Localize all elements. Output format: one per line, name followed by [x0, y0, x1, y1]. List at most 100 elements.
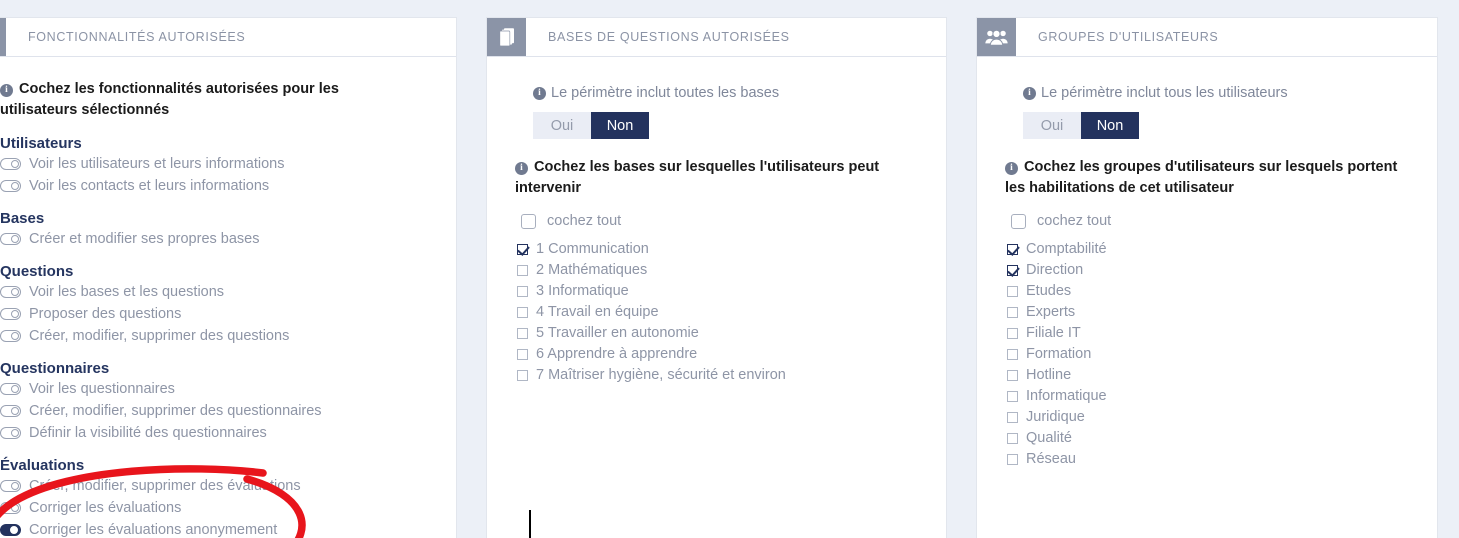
check-all-bases[interactable]: cochez tout [515, 213, 926, 229]
checkbox-row[interactable]: Informatique [1005, 386, 1417, 407]
checkbox-row[interactable]: 2 Mathématiques [515, 260, 926, 281]
toggle-knob [11, 429, 19, 437]
toggle-switch-off[interactable] [0, 308, 21, 320]
toggle-knob [11, 385, 19, 393]
permission-label: Voir les utilisateurs et leurs informati… [29, 156, 285, 172]
panel-body: i Le périmètre inclut toutes les bases O… [487, 57, 946, 538]
checkbox-row[interactable]: Filiale IT [1005, 323, 1417, 344]
toggle-knob [11, 482, 19, 490]
toggle-switch-off[interactable] [0, 233, 21, 245]
permission-toggle-row[interactable]: Corriger les évaluations [0, 497, 436, 519]
permission-toggle-row[interactable]: Créer, modifier, supprimer des questions [0, 325, 436, 347]
toggle-switch-off[interactable] [0, 405, 21, 417]
toggle-knob [11, 160, 19, 168]
toggle-switch-off[interactable] [0, 502, 21, 514]
checkbox-unchecked[interactable] [1007, 349, 1018, 360]
checkbox-row[interactable]: 3 Informatique [515, 281, 926, 302]
checkbox-row[interactable]: Experts [1005, 302, 1417, 323]
scope-toggle-group[interactable]: Oui Non [533, 112, 926, 139]
toggle-switch-off[interactable] [0, 383, 21, 395]
checkbox-checked[interactable] [1007, 244, 1018, 255]
panel-title: FONCTIONNALITÉS AUTORISÉES [28, 30, 246, 44]
checkbox-label: Experts [1026, 304, 1076, 320]
permission-toggle-row[interactable]: Créer et modifier ses propres bases [0, 228, 436, 250]
checkbox-all[interactable] [521, 213, 536, 229]
panel-body: i Cochez les fonctionnalités autorisées p… [0, 57, 456, 538]
bases-intro: i Cochez les bases sur lesquelles l'utili… [515, 159, 880, 196]
checkbox-label: Réseau [1026, 451, 1076, 467]
check-all-groups[interactable]: cochez tout [1005, 213, 1417, 229]
toggle-switch-off[interactable] [0, 286, 21, 298]
permission-toggle-row[interactable]: Voir les utilisateurs et leurs informati… [0, 153, 436, 175]
toggle-switch-on[interactable] [0, 524, 21, 536]
checkbox-unchecked[interactable] [517, 370, 528, 381]
checkbox-row[interactable]: Etudes [1005, 281, 1417, 302]
toggle-knob [11, 407, 19, 415]
checkbox-unchecked[interactable] [1007, 286, 1018, 297]
checkbox-unchecked[interactable] [1007, 370, 1018, 381]
features-intro: i Cochez les fonctionnalités autorisées p… [0, 81, 339, 118]
checkbox-unchecked[interactable] [1007, 454, 1018, 465]
checkbox-unchecked[interactable] [517, 328, 528, 339]
checkbox-unchecked[interactable] [1007, 307, 1018, 318]
scope-option-oui[interactable]: Oui [1023, 112, 1081, 139]
checkbox-row[interactable]: 5 Travailler en autonomie [515, 323, 926, 344]
permission-toggle-row[interactable]: Voir les bases et les questions [0, 281, 436, 303]
toggle-knob [11, 310, 19, 318]
checkbox-unchecked[interactable] [517, 307, 528, 318]
checkbox-label: 1 Communication [536, 241, 649, 257]
permission-label: Corriger les évaluations [29, 500, 182, 516]
toggle-switch-off[interactable] [0, 180, 21, 192]
scope-option-oui[interactable]: Oui [533, 112, 591, 139]
permission-toggle-row[interactable]: Créer, modifier, supprimer des questionn… [0, 400, 436, 422]
checkbox-all[interactable] [1011, 213, 1026, 229]
checkbox-unchecked[interactable] [1007, 433, 1018, 444]
panel-title: GROUPES D'UTILISATEURS [1038, 30, 1219, 44]
permission-toggle-row[interactable]: Créer, modifier, supprimer des évaluatio… [0, 475, 436, 497]
checkbox-row[interactable]: Direction [1005, 260, 1417, 281]
checkbox-unchecked[interactable] [1007, 412, 1018, 423]
section-title: Évaluations [0, 457, 85, 474]
permission-label: Voir les questionnaires [29, 381, 175, 397]
checkbox-row[interactable]: Qualité [1005, 428, 1417, 449]
permission-toggle-row[interactable]: Définir la visibilité des questionnaires [0, 422, 436, 444]
scope-label-row: i Le périmètre inclut toutes les bases [515, 83, 926, 104]
checkbox-unchecked[interactable] [517, 265, 528, 276]
checkbox-row[interactable]: 1 Communication [515, 239, 926, 260]
checkbox-row[interactable]: Juridique [1005, 407, 1417, 428]
scope-toggle-group[interactable]: Oui Non [1023, 112, 1417, 139]
checkbox-unchecked[interactable] [517, 286, 528, 297]
checkbox-row[interactable]: 6 Apprendre à apprendre [515, 344, 926, 365]
toggle-switch-off[interactable] [0, 330, 21, 342]
checkbox-label: Hotline [1026, 367, 1072, 383]
permission-toggle-row[interactable]: Voir les contacts et leurs informations [0, 175, 436, 197]
toggle-switch-off[interactable] [0, 480, 21, 492]
checkbox-label: Juridique [1026, 409, 1085, 425]
checkbox-checked[interactable] [517, 244, 528, 255]
info-icon: i [533, 87, 546, 100]
checkbox-checked[interactable] [1007, 265, 1018, 276]
checkbox-unchecked[interactable] [1007, 328, 1018, 339]
checkbox-unchecked[interactable] [517, 349, 528, 360]
toggle-switch-off[interactable] [0, 158, 21, 170]
checkbox-row[interactable]: 7 Maîtriser hygiène, sécurité et environ [515, 365, 926, 386]
scope-option-non[interactable]: Non [1081, 112, 1139, 139]
checkbox-label: 7 Maîtriser hygiène, sécurité et environ [536, 367, 786, 383]
checkbox-row[interactable]: 4 Travail en équipe [515, 302, 926, 323]
scope-option-non[interactable]: Non [591, 112, 649, 139]
panel-question-bases: BASES DE QUESTIONS AUTORISÉES i Le périm… [487, 18, 946, 538]
permission-toggle-row[interactable]: Corriger les évaluations anonymement [0, 519, 436, 538]
panel-header: GROUPES D'UTILISATEURS [977, 18, 1437, 57]
permission-label: Définir la visibilité des questionnaires [29, 425, 267, 441]
checkbox-row[interactable]: Formation [1005, 344, 1417, 365]
toggle-knob [11, 182, 19, 190]
permission-toggle-row[interactable]: Proposer des questions [0, 303, 436, 325]
checkbox-unchecked[interactable] [1007, 391, 1018, 402]
checkbox-row[interactable]: Réseau [1005, 449, 1417, 470]
permission-toggle-row[interactable]: Voir les questionnaires [0, 378, 436, 400]
checkbox-row[interactable]: Hotline [1005, 365, 1417, 386]
panel-header: BASES DE QUESTIONS AUTORISÉES [487, 18, 946, 57]
checkbox-row[interactable]: Comptabilité [1005, 239, 1417, 260]
toggle-switch-off[interactable] [0, 427, 21, 439]
scope-label-row: i Le périmètre inclut tous les utilisate… [1005, 83, 1417, 104]
